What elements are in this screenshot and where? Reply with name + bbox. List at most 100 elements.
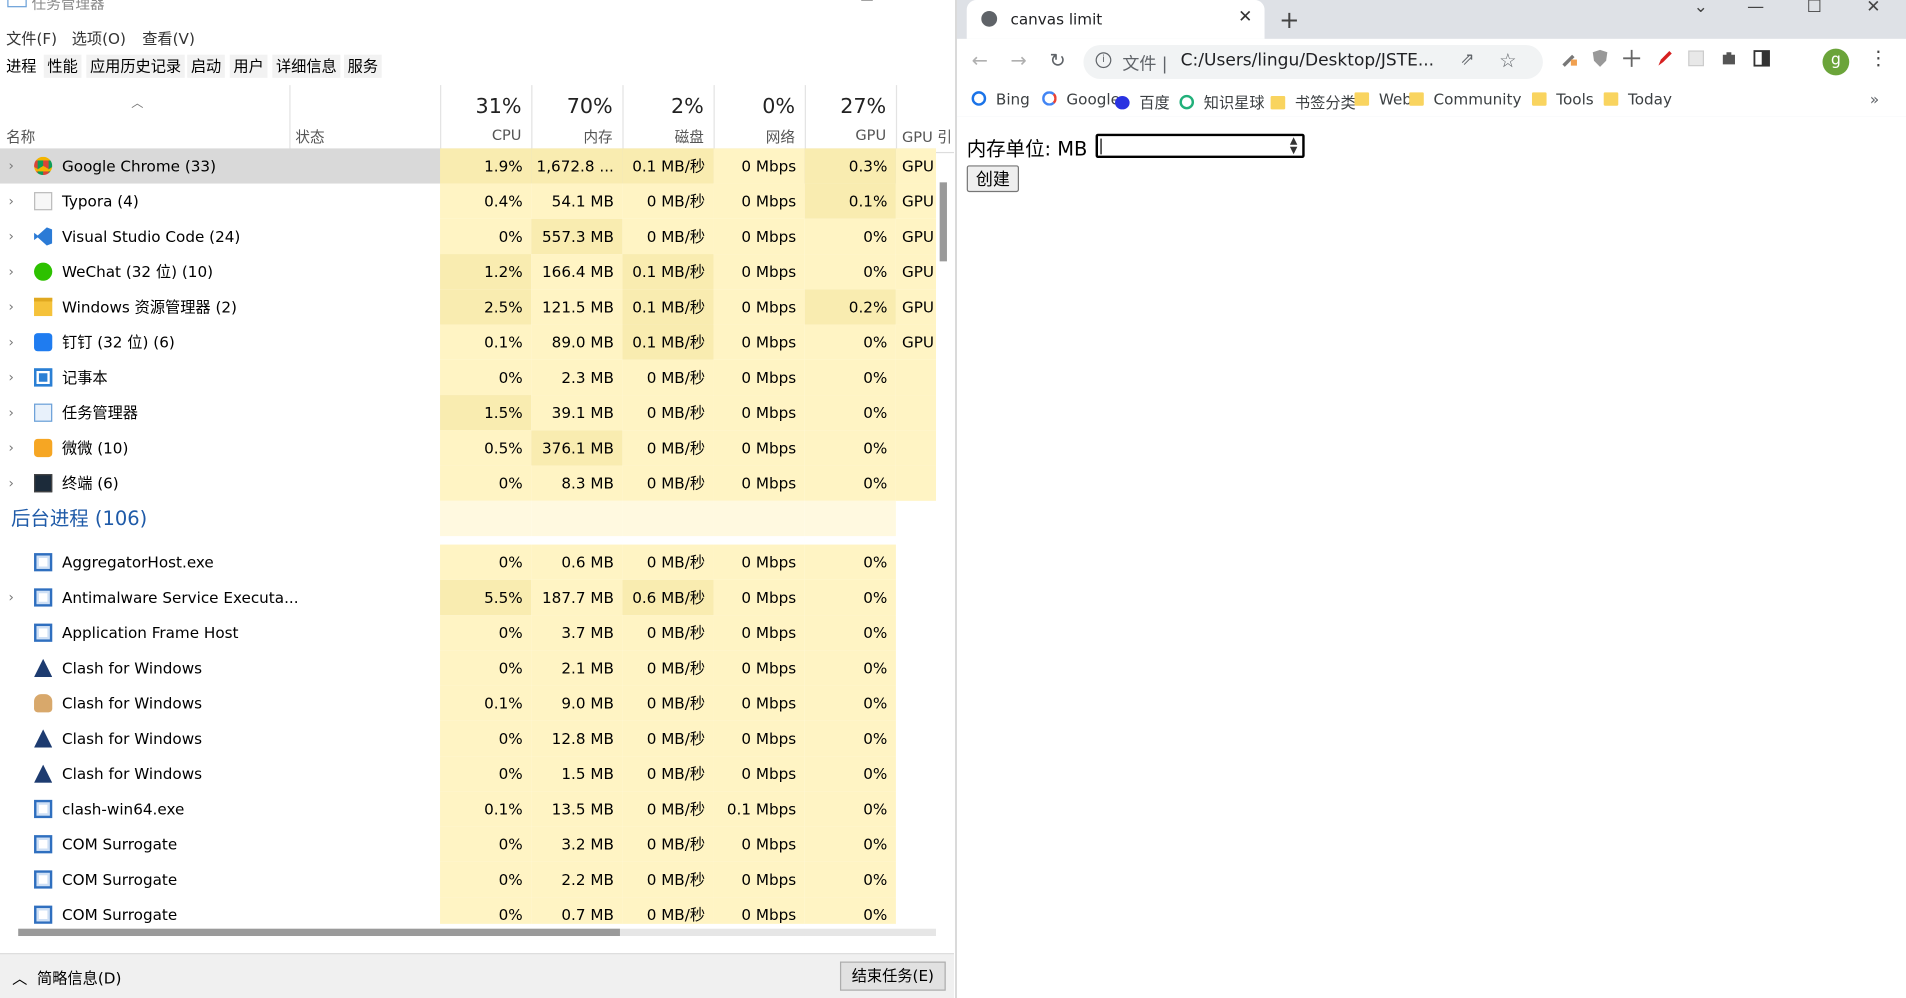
chevron-right-icon[interactable]: › — [9, 148, 14, 183]
menu-file[interactable]: 文件(F) — [6, 26, 57, 49]
close-window-icon[interactable]: ✕ — [1866, 0, 1880, 17]
process-row[interactable]: › 任务管理器 1.5% 39.1 MB 0 MB/秒 0 Mbps 0% — [0, 395, 937, 431]
maximize-icon[interactable]: ☐ — [860, 0, 874, 6]
extensions-puzzle-icon[interactable] — [1719, 49, 1738, 68]
process-row[interactable]: clash-win64.exe 0.1% 13.5 MB 0 MB/秒 0.1 Mbps… — [0, 791, 936, 827]
column-gpu-engine[interactable]: GPU 引 — [896, 85, 954, 152]
tab-performance[interactable]: 性能 — [43, 54, 82, 78]
vertical-scrollbar-thumb[interactable] — [939, 182, 947, 262]
chevron-right-icon[interactable]: › — [9, 360, 14, 395]
profile-avatar[interactable]: g — [1822, 48, 1850, 76]
bookmark-today[interactable]: Today — [1603, 90, 1672, 108]
process-row[interactable]: › Antimalware Service Executa... 5.5% 187.7… — [0, 579, 936, 616]
column-status[interactable]: 状态 — [289, 85, 442, 152]
chevron-right-icon[interactable]: › — [9, 430, 14, 465]
chevron-right-icon[interactable]: › — [9, 184, 14, 219]
process-row[interactable]: › 记事本 0% 2.3 MB 0 MB/秒 0 Mbps 0% — [0, 359, 937, 396]
memory-number-input[interactable]: ▲ ▼ — [1095, 133, 1305, 159]
extension-shield-icon[interactable] — [1590, 49, 1609, 68]
horizontal-scrollbar[interactable] — [18, 928, 937, 937]
side-panel-icon[interactable] — [1752, 49, 1771, 68]
tab-app-history[interactable]: 应用历史记录 — [86, 54, 185, 78]
chevron-right-icon[interactable]: › — [9, 289, 14, 324]
menu-options[interactable]: 选项(O) — [72, 26, 126, 49]
minimize-icon[interactable]: — — [1747, 0, 1764, 17]
column-memory[interactable]: 70% 内存 — [531, 85, 624, 152]
bookmarks-overflow-icon[interactable]: » — [1870, 90, 1879, 108]
column-network[interactable]: 0% 网络 — [714, 85, 806, 152]
info-icon[interactable]: i — [1095, 52, 1112, 69]
share-icon[interactable]: ⇗ — [1460, 50, 1474, 69]
process-row[interactable]: › Windows 资源管理器 (2) 2.5% 121.5 MB 0.1 MB/秒 0 … — [0, 289, 937, 325]
bookmark-community[interactable]: Community — [1409, 90, 1521, 108]
less-details-button[interactable]: ︿ 简略信息(D) — [12, 965, 121, 988]
bookmark-tools[interactable]: Tools — [1531, 90, 1594, 108]
close-tab-icon[interactable]: ✕ — [1238, 7, 1252, 26]
process-row[interactable]: › WeChat (32 位) (10) 1.2% 166.4 MB 0.1 MB/秒 0… — [0, 254, 937, 290]
process-row[interactable]: Clash for Windows 0% 12.8 MB 0 MB/秒 0 Mbps 0% — [0, 720, 936, 757]
menu-view[interactable]: 查看(V) — [142, 26, 195, 49]
memory-value: 1.5 MB — [531, 756, 623, 792]
gpu-engine-value: GPU — [895, 183, 937, 219]
tab-processes[interactable]: 进程 — [2, 54, 41, 78]
forward-icon[interactable]: → — [1010, 49, 1026, 72]
tab-services[interactable]: 服务 — [344, 54, 382, 78]
process-row[interactable]: Clash for Windows 0.1% 9.0 MB 0 MB/秒 0 Mbps 0… — [0, 685, 936, 721]
process-row[interactable]: › Typora (4) 0.4% 54.1 MB 0 MB/秒 0 Mbps 0.1% GP… — [0, 183, 937, 219]
process-row[interactable]: › 终端 (6) 0% 8.3 MB 0 MB/秒 0 Mbps 0% — [0, 465, 937, 501]
reload-icon[interactable]: ↻ — [1049, 49, 1065, 72]
network-value: 0 Mbps — [713, 650, 805, 686]
process-row[interactable]: › Google Chrome (33) 1.9% 1,672.8 ... 0.1 MB… — [0, 148, 937, 184]
column-gpu[interactable]: 27% GPU — [805, 85, 898, 152]
close-icon[interactable]: ✕ — [922, 0, 935, 6]
extension-grid-icon[interactable] — [1686, 49, 1705, 68]
chevron-right-icon[interactable]: › — [9, 254, 14, 289]
tab-users[interactable]: 用户 — [229, 54, 268, 78]
browser-tab[interactable]: canvas limit ✕ — [966, 0, 1265, 39]
horizontal-scrollbar-thumb[interactable] — [18, 928, 620, 937]
bookmark-百度[interactable]: 百度 — [1115, 90, 1170, 113]
minimize-icon[interactable]: — — [795, 0, 811, 6]
tab-search-icon[interactable]: ⌄ — [1694, 0, 1708, 17]
chevron-right-icon[interactable]: › — [9, 466, 14, 501]
process-row[interactable]: › 钉钉 (32 位) (6) 0.1% 89.0 MB 0.1 MB/秒 0 Mbps 0… — [0, 324, 937, 360]
chevron-right-icon[interactable]: › — [9, 395, 14, 430]
bookmark-star-icon[interactable]: ☆ — [1499, 49, 1516, 72]
tab-details[interactable]: 详细信息 — [272, 54, 341, 78]
bookmark-知识星球[interactable]: 知识星球 — [1179, 90, 1265, 113]
chevron-right-icon[interactable]: › — [9, 325, 14, 360]
bookmark-google[interactable]: Google — [1042, 90, 1120, 108]
end-task-button[interactable]: 结束任务(E) — [839, 961, 946, 991]
extension-eyedropper-icon[interactable] — [1559, 49, 1578, 68]
tab-startup[interactable]: 启动 — [187, 54, 225, 78]
bookmark-bing[interactable]: Bing — [971, 90, 1030, 108]
column-name[interactable]: ︿ 名称 — [0, 85, 291, 152]
chevron-right-icon[interactable]: › — [9, 219, 14, 254]
bookmark-书签分类[interactable]: 书签分类 — [1270, 90, 1356, 113]
folder-icon — [1354, 92, 1370, 106]
extension-pen-icon[interactable] — [1655, 49, 1674, 68]
process-row[interactable]: COM Surrogate 0% 3.2 MB 0 MB/秒 0 Mbps 0% — [0, 826, 936, 862]
create-button[interactable]: 创建 — [966, 165, 1019, 193]
spinner-icon[interactable]: ▲ ▼ — [1290, 136, 1297, 155]
extension-move-icon[interactable] — [1622, 49, 1641, 68]
process-row[interactable]: COM Surrogate 0% 2.2 MB 0 MB/秒 0 Mbps 0% — [0, 861, 936, 898]
menu-kebab-icon[interactable]: ⋮ — [1869, 46, 1888, 69]
new-tab-icon[interactable]: + — [1279, 5, 1299, 34]
back-icon[interactable]: ← — [972, 49, 988, 72]
process-row[interactable]: COM Surrogate 0% 0.7 MB 0 MB/秒 0 Mbps 0% — [0, 897, 936, 924]
process-row[interactable]: Application Frame Host 0% 3.7 MB 0 MB/秒 0 Mb… — [0, 615, 936, 651]
maximize-icon[interactable]: ☐ — [1807, 0, 1822, 17]
chevron-right-icon[interactable]: › — [9, 580, 14, 615]
cpu-value: 0% — [440, 650, 532, 686]
column-cpu[interactable]: 31% CPU — [440, 85, 533, 152]
process-row[interactable]: Clash for Windows 0% 2.1 MB 0 MB/秒 0 Mbps 0% — [0, 650, 936, 686]
process-row[interactable]: › Visual Studio Code (24) 0% 557.3 MB 0 MB/秒… — [0, 218, 937, 255]
bookmark-web[interactable]: Web — [1354, 90, 1412, 108]
address-bar[interactable]: i 文件 | C:/Users/lingu/Desktop/JSTE... ⇗ … — [1083, 44, 1543, 80]
process-row[interactable]: AggregatorHost.exe 0% 0.6 MB 0 MB/秒 0 Mbps 0% — [0, 544, 936, 580]
process-row[interactable]: › 微微 (10) 0.5% 376.1 MB 0 MB/秒 0 Mbps 0% — [0, 430, 937, 466]
process-row[interactable]: Clash for Windows 0% 1.5 MB 0 MB/秒 0 Mbps 0% — [0, 756, 936, 792]
background-processes-header[interactable]: 后台进程 (106) — [11, 501, 147, 536]
column-disk[interactable]: 2% 磁盘 — [622, 85, 715, 152]
